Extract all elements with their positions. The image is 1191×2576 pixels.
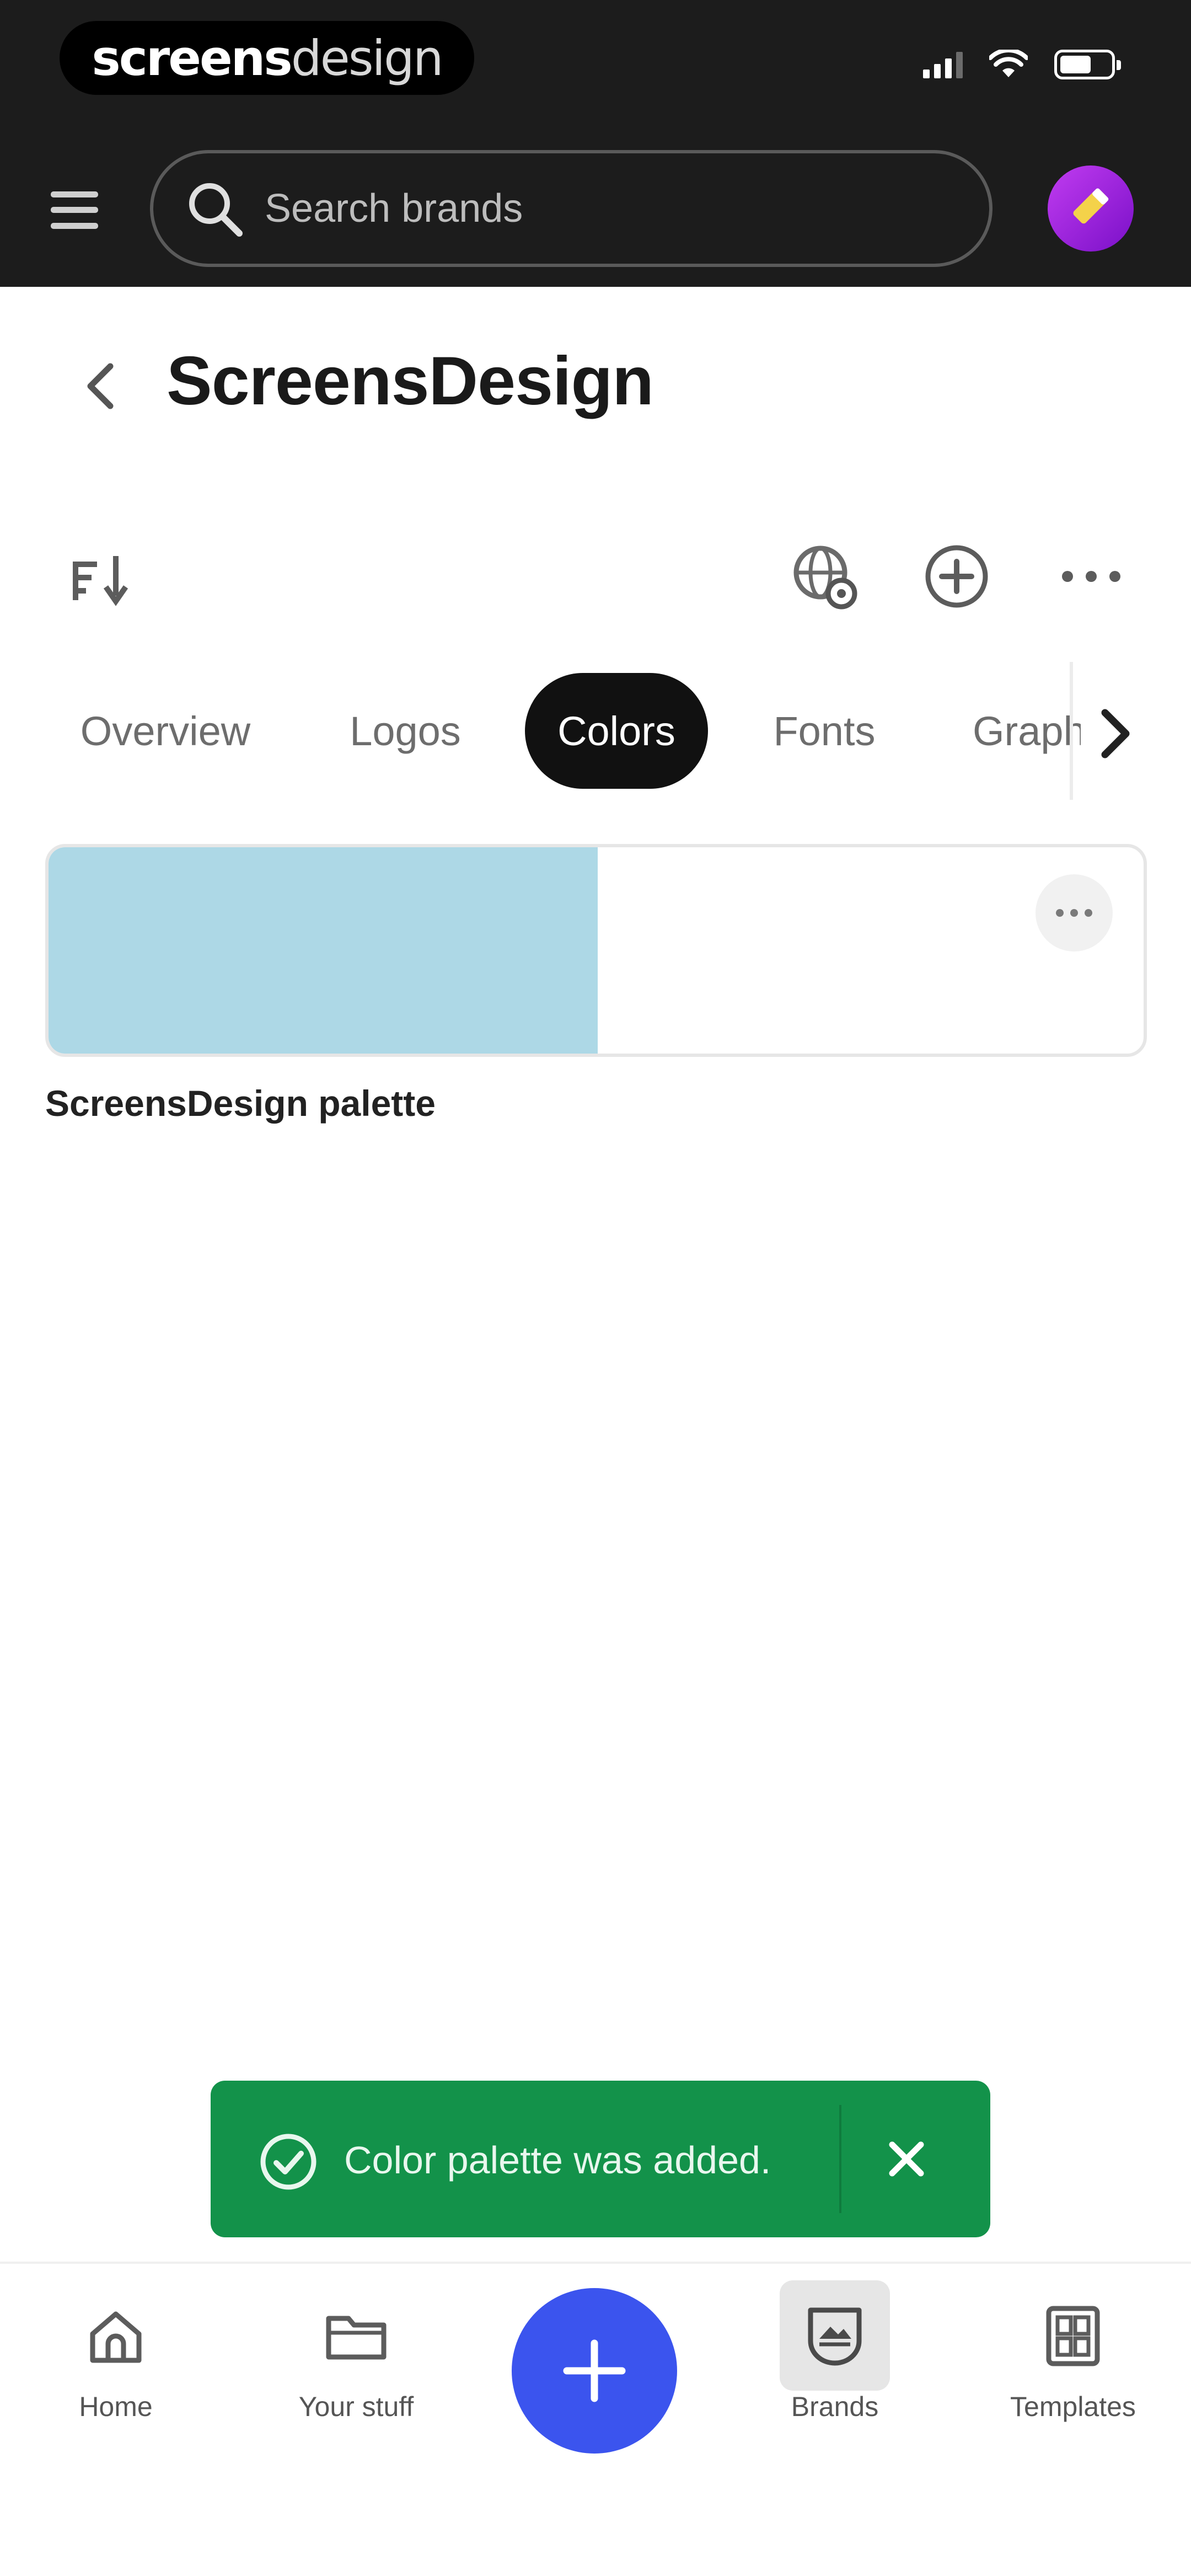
- dot: [1056, 909, 1064, 917]
- watermark-bold: screens: [92, 29, 292, 87]
- tab-fonts[interactable]: Fonts: [739, 673, 910, 789]
- pencil-icon: [1073, 188, 1109, 224]
- nav-templates[interactable]: Templates: [985, 2300, 1161, 2460]
- search-icon: [189, 183, 243, 237]
- close-icon[interactable]: [879, 2131, 934, 2187]
- dot: [1085, 909, 1092, 917]
- battery-icon: [1054, 50, 1121, 79]
- tabs-divider: [1070, 662, 1073, 800]
- nav-your-stuff[interactable]: Your stuff: [268, 2300, 444, 2460]
- section-tabs: Overview Logos Colors Fonts Graph: [0, 673, 1081, 789]
- chevron-right-icon[interactable]: [1097, 706, 1136, 761]
- back-chevron-icon[interactable]: [78, 360, 122, 413]
- nav-brands[interactable]: Brands: [747, 2280, 923, 2460]
- success-toast: Color palette was added.: [211, 2081, 990, 2237]
- palette-more-button[interactable]: [1036, 874, 1113, 952]
- plus-icon: [563, 2339, 626, 2402]
- watermark-light: design: [291, 29, 444, 87]
- page-title: ScreensDesign: [167, 343, 654, 419]
- color-swatch[interactable]: [49, 847, 598, 1054]
- cellular-signal-icon: [923, 51, 963, 78]
- screensdesign-watermark: screens design: [60, 21, 474, 95]
- menu-icon[interactable]: [51, 186, 98, 234]
- nav-label-templates: Templates: [1010, 2391, 1136, 2422]
- toast-message: Color palette was added.: [344, 2139, 771, 2182]
- nav-label-your-stuff: Your stuff: [298, 2391, 414, 2422]
- wifi-icon: [989, 50, 1028, 77]
- palette-name: ScreensDesign palette: [45, 1083, 436, 1124]
- brand-settings-button[interactable]: [788, 541, 860, 612]
- dot: [1070, 909, 1078, 917]
- nav-home[interactable]: Home: [28, 2300, 204, 2460]
- status-bar-icons: [923, 50, 1121, 79]
- templates-icon: [1037, 2300, 1109, 2372]
- toast-divider: [839, 2105, 841, 2213]
- tab-colors[interactable]: Colors: [525, 673, 708, 789]
- home-icon: [80, 2300, 152, 2372]
- tab-graphics[interactable]: Graph: [951, 673, 1081, 789]
- folder-icon: [320, 2300, 392, 2372]
- sort-icon[interactable]: [71, 552, 131, 607]
- add-circle-icon: [925, 545, 988, 608]
- brand-shield-icon: [780, 2280, 890, 2391]
- nav-label-home: Home: [79, 2391, 153, 2422]
- globe-settings-icon: [793, 546, 857, 610]
- check-circle-icon: [260, 2134, 316, 2190]
- top-app-bar: screens design: [0, 0, 1191, 287]
- user-avatar[interactable]: [1048, 165, 1134, 252]
- tab-overview[interactable]: Overview: [55, 673, 276, 789]
- nav-label-brands: Brands: [791, 2391, 879, 2422]
- search-bar[interactable]: [150, 150, 993, 267]
- tab-logos[interactable]: Logos: [309, 673, 502, 789]
- add-button[interactable]: [921, 541, 993, 612]
- search-input[interactable]: [265, 186, 926, 231]
- create-fab-button[interactable]: [512, 2288, 677, 2454]
- more-options-button[interactable]: [1055, 541, 1127, 612]
- palette-card[interactable]: [45, 844, 1147, 1057]
- more-horizontal-icon: [1062, 571, 1120, 582]
